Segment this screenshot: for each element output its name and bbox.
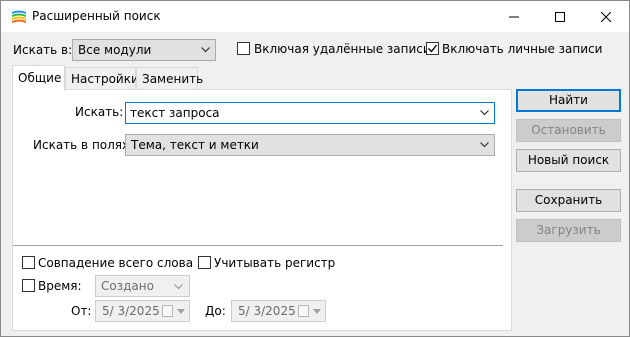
fields-select[interactable]: Тема, текст и метки xyxy=(125,134,495,156)
from-label: От: xyxy=(71,304,92,318)
from-date-value: 5/ 3/2025 xyxy=(102,304,160,318)
fields-value: Тема, текст и метки xyxy=(131,138,259,152)
time-checkbox[interactable] xyxy=(22,279,35,292)
find-button[interactable]: Найти xyxy=(516,89,621,112)
chevron-down-icon xyxy=(174,284,183,290)
to-label: До: xyxy=(205,304,226,318)
query-label: Искать: xyxy=(75,105,124,119)
chevron-down-icon xyxy=(480,110,489,116)
fields-label: Искать в полях: xyxy=(33,138,134,152)
general-tab-panel: Искать: текст запроса Искать в полях: Те… xyxy=(12,89,512,331)
include-personal-checkbox[interactable] xyxy=(426,42,439,55)
chevron-down-icon xyxy=(313,309,321,314)
time-value: Создано xyxy=(101,279,154,293)
tab-settings[interactable]: Настройки xyxy=(65,67,139,90)
advanced-search-window: Расширенный поиск Искать в: Все модули В… xyxy=(0,0,630,337)
new-search-button[interactable]: Новый поиск xyxy=(516,149,621,172)
stop-button[interactable]: Остановить xyxy=(516,119,621,142)
checkmark-icon xyxy=(428,44,438,53)
search-in-label: Искать в: xyxy=(13,43,73,57)
query-value: текст запроса xyxy=(130,106,220,120)
minimize-icon xyxy=(509,16,519,17)
time-select[interactable]: Создано xyxy=(95,275,190,297)
whole-word-checkbox[interactable] xyxy=(22,256,35,269)
load-button[interactable]: Загрузить xyxy=(516,219,621,242)
tab-general[interactable]: Общие xyxy=(12,65,65,91)
window-title: Расширенный поиск xyxy=(32,9,161,23)
include-deleted-label: Включая удалённые записи xyxy=(254,42,431,56)
maximize-button[interactable] xyxy=(537,1,583,32)
maximize-icon xyxy=(555,11,565,22)
calendar-icon xyxy=(162,305,173,317)
chevron-down-icon xyxy=(480,142,489,148)
app-logo-icon xyxy=(12,10,26,23)
title-bar[interactable]: Расширенный поиск xyxy=(1,1,629,32)
tab-replace[interactable]: Заменить xyxy=(136,67,203,90)
match-case-label: Учитывать регистр xyxy=(214,256,336,270)
query-input[interactable]: текст запроса xyxy=(125,102,495,124)
chevron-down-icon xyxy=(177,309,185,314)
chevron-down-icon xyxy=(201,47,210,53)
include-deleted-checkbox[interactable] xyxy=(237,42,250,55)
minimize-button[interactable] xyxy=(491,1,537,32)
close-button[interactable] xyxy=(583,1,629,32)
save-button[interactable]: Сохранить xyxy=(516,189,621,212)
to-date-picker[interactable]: 5/ 3/2025 xyxy=(231,300,326,322)
calendar-icon xyxy=(298,305,309,317)
include-personal-label: Включать личные записи xyxy=(442,42,603,56)
from-date-picker[interactable]: 5/ 3/2025 xyxy=(95,300,190,322)
to-date-value: 5/ 3/2025 xyxy=(238,304,296,318)
match-case-checkbox[interactable] xyxy=(198,256,211,269)
search-in-select[interactable]: Все модули xyxy=(72,39,216,61)
close-icon xyxy=(601,11,611,22)
time-label: Время: xyxy=(38,279,82,293)
separator xyxy=(13,245,503,246)
search-in-value: Все модули xyxy=(78,43,152,57)
whole-word-label: Совпадение всего слова xyxy=(38,256,194,270)
